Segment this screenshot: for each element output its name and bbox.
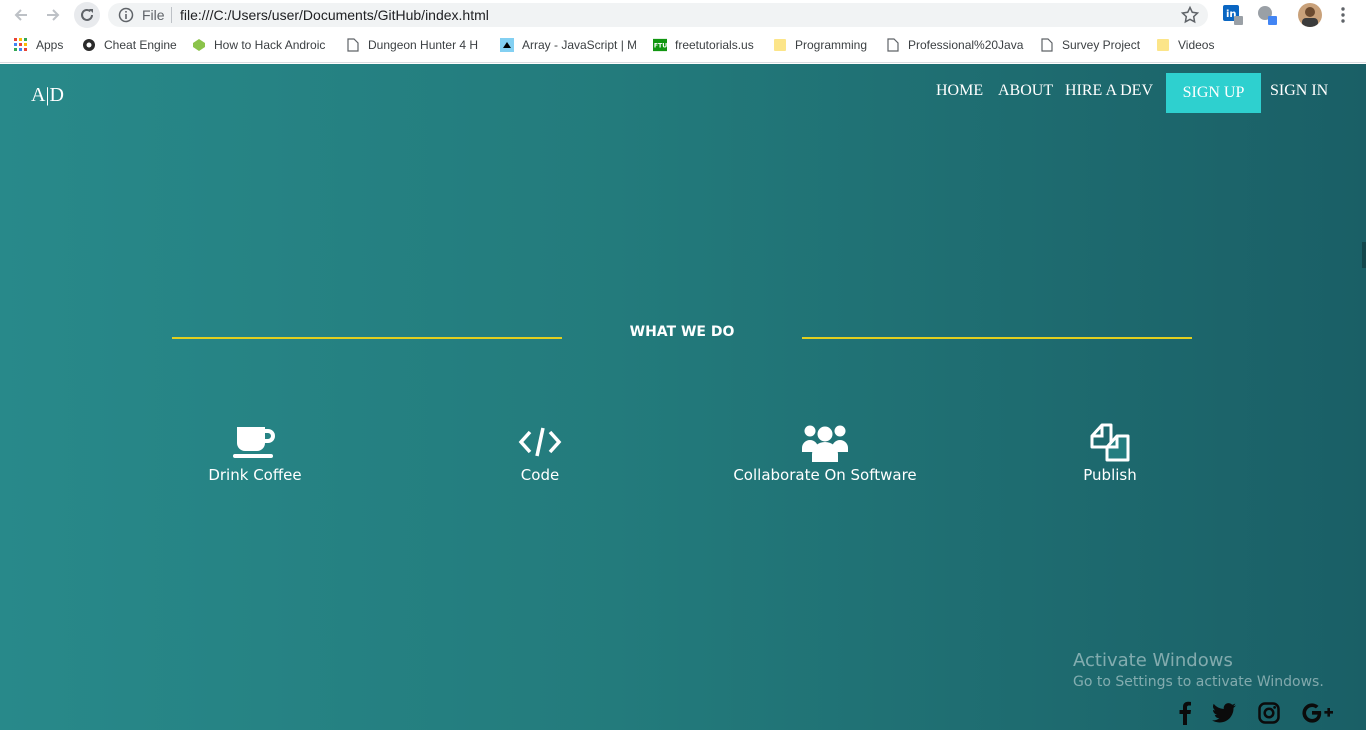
more-vert-icon xyxy=(1341,7,1345,23)
bookmark-label: Apps xyxy=(36,38,64,52)
cheat-engine-icon xyxy=(82,38,96,52)
bookmark-label: Survey Project xyxy=(1062,38,1141,52)
bookmark-array-js[interactable]: Array - JavaScript | M xyxy=(500,38,636,52)
reload-icon xyxy=(81,8,93,21)
info-icon[interactable] xyxy=(118,7,134,23)
feature-publish: Publish xyxy=(980,422,1240,484)
omnibox-divider xyxy=(171,7,172,23)
bookmark-survey-project[interactable]: Survey Project xyxy=(1040,38,1140,52)
forward-button[interactable] xyxy=(42,4,64,26)
chat-extension-icon[interactable] xyxy=(1256,4,1278,26)
bookmark-label: Videos xyxy=(1178,38,1215,52)
instagram-icon[interactable] xyxy=(1253,700,1285,726)
bookmarks-bar: Apps Cheat Engine How to Hack Androic Du… xyxy=(0,30,1366,63)
arrow-left-icon xyxy=(14,9,27,21)
page-icon xyxy=(1040,38,1054,52)
folder-icon xyxy=(773,38,787,52)
arrow-right-icon xyxy=(47,9,60,21)
back-button[interactable] xyxy=(10,4,32,26)
feature-label: Publish xyxy=(1083,466,1137,484)
windows-activation-watermark: Activate Windows Go to Settings to activ… xyxy=(1073,650,1324,690)
feature-label: Collaborate On Software xyxy=(733,466,917,484)
mdn-icon xyxy=(500,38,514,52)
nav-sign-in[interactable]: SIGN IN xyxy=(1270,82,1328,100)
bookmark-cheat-engine[interactable]: Cheat Engine xyxy=(82,38,177,52)
ftu-icon: FTU xyxy=(653,38,667,52)
svg-text:FTU: FTU xyxy=(654,43,667,50)
star-icon[interactable] xyxy=(1180,5,1200,25)
google-plus-icon[interactable] xyxy=(1300,700,1336,726)
bookmark-label: Programming xyxy=(795,38,868,52)
activation-title: Activate Windows xyxy=(1073,650,1233,671)
section-title: WHAT WE DO xyxy=(629,324,735,340)
signup-button[interactable]: SIGN UP xyxy=(1166,73,1261,113)
code-icon xyxy=(518,427,562,457)
bookmark-label: Cheat Engine xyxy=(104,38,177,52)
nav-home[interactable]: HOME xyxy=(936,82,983,100)
browser-toolbar: File file:///C:/Users/user/Documents/Git… xyxy=(0,0,1366,30)
facebook-icon[interactable] xyxy=(1169,700,1201,726)
coffee-icon xyxy=(233,427,275,458)
url-text[interactable]: file:///C:/Users/user/Documents/GitHub/i… xyxy=(180,7,489,23)
nav-about[interactable]: ABOUT xyxy=(998,82,1053,100)
users-icon xyxy=(802,425,848,462)
bookmark-label: Dungeon Hunter 4 H xyxy=(368,38,479,52)
activation-subtitle: Go to Settings to activate Windows. xyxy=(1073,674,1324,690)
reload-button[interactable] xyxy=(74,2,100,28)
nav-hire-a-dev[interactable]: HIRE A DEV xyxy=(1065,82,1153,100)
menu-button[interactable] xyxy=(1332,4,1354,26)
feature-code: Code xyxy=(410,422,670,484)
bookmark-apps[interactable]: Apps xyxy=(14,38,63,52)
bookmark-hack-android[interactable]: How to Hack Androic xyxy=(192,38,328,52)
section-rule-right xyxy=(802,337,1192,339)
linkedin-extension-icon[interactable]: in xyxy=(1222,4,1244,26)
bookmark-professional-java[interactable]: Professional%20Java xyxy=(886,38,1024,52)
feature-label: Drink Coffee xyxy=(208,466,302,484)
bookmark-label: freetutorials.us xyxy=(675,38,754,52)
page-icon xyxy=(886,38,900,52)
address-bar[interactable]: File file:///C:/Users/user/Documents/Git… xyxy=(108,3,1208,27)
page-icon xyxy=(346,38,360,52)
folder-icon xyxy=(1156,38,1170,52)
bookmark-freetutorials[interactable]: FTU freetutorials.us xyxy=(653,38,754,52)
apps-grid-icon xyxy=(14,38,28,52)
bookmark-videos[interactable]: Videos xyxy=(1156,38,1214,52)
bookmark-label: Array - JavaScript | M xyxy=(522,38,636,52)
page-viewport: A|D HOME ABOUT HIRE A DEV SIGN UP SIGN I… xyxy=(0,64,1366,730)
site-logo[interactable]: A|D xyxy=(31,84,64,107)
scheme-label: File xyxy=(142,7,165,23)
bookmark-programming[interactable]: Programming xyxy=(773,38,867,52)
bookmark-label: Professional%20Java xyxy=(908,38,1024,52)
section-rule-left xyxy=(172,337,562,339)
scrollbar-thumb[interactable] xyxy=(1362,242,1366,268)
twitter-icon[interactable] xyxy=(1208,700,1240,726)
profile-avatar[interactable] xyxy=(1298,3,1322,27)
android-icon xyxy=(192,38,206,52)
bookmark-label: How to Hack Androic xyxy=(214,38,326,52)
feature-drink-coffee: Drink Coffee xyxy=(125,422,385,484)
feature-collaborate: Collaborate On Software xyxy=(695,422,955,484)
copy-files-icon xyxy=(1090,423,1130,462)
bookmark-dungeon-hunter[interactable]: Dungeon Hunter 4 H xyxy=(346,38,480,52)
feature-label: Code xyxy=(520,466,560,484)
